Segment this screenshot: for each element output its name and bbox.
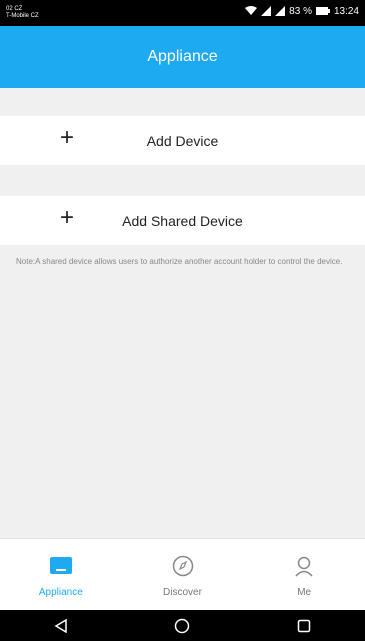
person-icon: [293, 555, 315, 577]
tab-appliance-label: Appliance: [38, 587, 83, 598]
tab-appliance[interactable]: Appliance: [0, 539, 122, 611]
wifi-icon: [245, 6, 258, 17]
signal-icon-2: [275, 6, 286, 17]
signal-icon: [261, 6, 272, 17]
bottom-tab-bar: Appliance Discover Me: [0, 538, 365, 611]
battery-percent: 83 %: [289, 6, 312, 17]
add-shared-device-label: Add Shared Device: [122, 213, 243, 229]
carrier-line-1: 02 CZ: [6, 6, 23, 12]
back-icon[interactable]: [50, 615, 72, 637]
clock: 13:24: [333, 6, 359, 17]
shared-device-note: Note:A shared device allows users to aut…: [16, 257, 343, 266]
tab-me-label: Me: [297, 587, 312, 598]
recents-icon[interactable]: [293, 615, 315, 637]
page-title: Appliance: [147, 48, 218, 65]
tab-me[interactable]: Me: [243, 539, 365, 611]
system-nav-bar: [0, 610, 365, 641]
tab-discover-label: Discover: [163, 587, 202, 598]
home-icon[interactable]: [171, 615, 193, 637]
carrier-info: 02 CZ T-Mobile CZ: [6, 6, 39, 20]
tab-discover[interactable]: Discover: [122, 539, 244, 611]
app-header: Appliance: [0, 26, 365, 88]
carrier-line-2: T-Mobile CZ: [6, 13, 39, 19]
add-shared-device-button[interactable]: + Add Shared Device: [0, 196, 365, 245]
status-icons: 83 % 13:24: [245, 6, 359, 17]
add-device-button[interactable]: + Add Device: [0, 116, 365, 165]
appliance-icon: [49, 555, 72, 577]
compass-icon: [172, 555, 194, 577]
add-device-label: Add Device: [146, 133, 219, 149]
status-bar: 02 CZ T-Mobile CZ 83 % 13:24: [0, 0, 365, 26]
battery-icon: [315, 7, 330, 16]
